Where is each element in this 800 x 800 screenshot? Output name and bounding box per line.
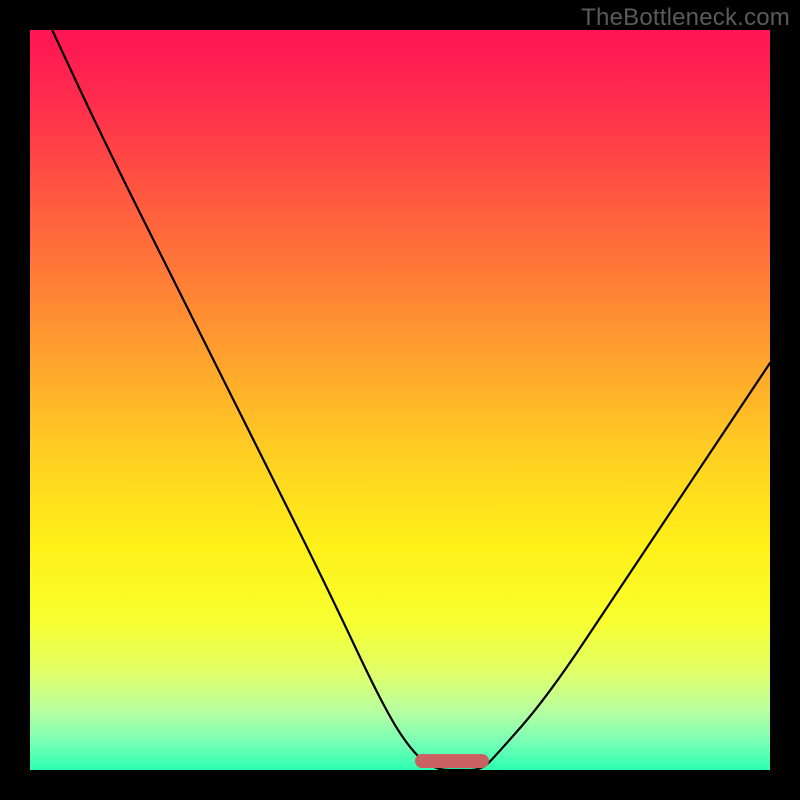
- bottleneck-curve: [30, 30, 770, 770]
- plot-area: [30, 30, 770, 770]
- chart-frame: TheBottleneck.com: [0, 0, 800, 800]
- watermark-text: TheBottleneck.com: [581, 4, 790, 32]
- bottom-marker: [415, 754, 489, 768]
- curve-path: [52, 30, 770, 770]
